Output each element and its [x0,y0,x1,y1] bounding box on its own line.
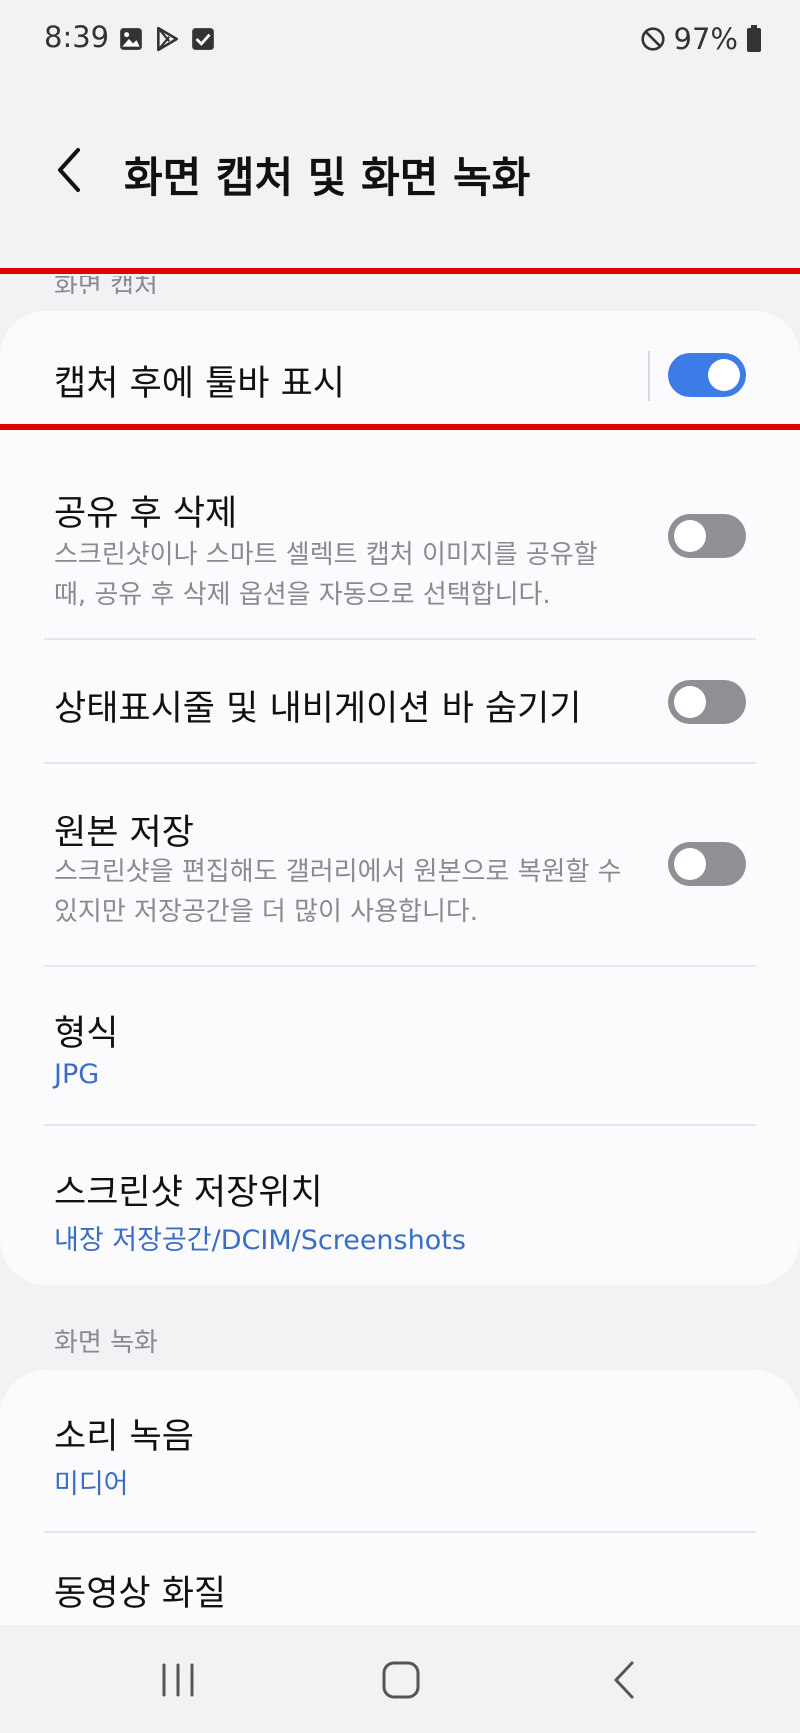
delete-after-share-row[interactable]: 공유 후 삭제 스크린샷이나 스마트 셀렉트 캡처 이미지를 공유할 때, 공유… [0,441,800,641]
save-original-row[interactable]: 원본 저장 스크린샷을 편집해도 갤러리에서 원본으로 복원할 수 있지만 저장… [0,764,800,966]
toolbar-setting-row[interactable]: 캡처 후에 툴바 표시 [0,311,800,441]
home-icon[interactable] [378,1655,424,1705]
highlight-line-bottom [0,424,800,430]
battery-percent: 97% [673,22,738,56]
sound-record-row[interactable]: 소리 녹음 미디어 [0,1370,800,1532]
navigation-bar [0,1625,800,1733]
delete-after-share-toggle[interactable] [668,514,746,558]
section-label-recording: 화면 녹화 [54,1328,158,1358]
sound-record-value: 미디어 [54,1469,129,1500]
format-value: JPG [54,1059,100,1090]
recent-apps-icon[interactable] [158,1655,198,1705]
status-time: 8:39 [44,20,110,54]
format-title: 형식 [54,1014,119,1054]
hide-bars-row[interactable]: 상태표시줄 및 내비게이션 바 숨기기 [0,640,800,764]
toggle-knob [674,686,706,718]
highlight-line-top [0,268,800,274]
sound-record-title: 소리 녹음 [54,1417,194,1457]
delete-after-share-title: 공유 후 삭제 [54,494,238,534]
video-quality-title: 동영상 화질 [54,1574,227,1614]
row-separator [648,351,650,401]
battery-icon [747,25,761,52]
save-location-title: 스크린샷 저장위치 [54,1173,323,1213]
hide-bars-toggle[interactable] [668,680,746,724]
gallery-icon [120,28,142,50]
app-header: 화면 캡처 및 화면 녹화 [0,110,800,230]
format-row[interactable]: 형식 JPG [0,967,800,1125]
save-original-toggle[interactable] [668,842,746,886]
check-box-icon [192,28,214,50]
toolbar-setting-title: 캡처 후에 툴바 표시 [54,364,345,404]
save-location-row[interactable]: 스크린샷 저장위치 내장 저장공간/DCIM/Screenshots [0,1126,800,1285]
hide-bars-title: 상태표시줄 및 내비게이션 바 숨기기 [54,689,582,729]
save-original-title: 원본 저장 [54,813,194,853]
delete-after-share-description: 스크린샷이나 스마트 셀렉트 캡처 이미지를 공유할 때, 공유 후 삭제 옵션… [54,540,598,610]
toolbar-toggle[interactable] [668,353,746,397]
toggle-knob [708,359,740,391]
do-not-disturb-icon [640,27,665,51]
toggle-knob [674,848,706,880]
status-right: 97% [640,22,762,56]
status-bar: 8:39 97% [0,0,800,80]
capture-settings-card: 캡처 후에 툴바 표시 공유 후 삭제 스크린샷이나 스마트 셀렉트 캡처 이미… [0,311,800,1285]
toggle-knob [674,520,706,552]
save-location-value: 내장 저장공간/DCIM/Screenshots [54,1225,466,1256]
back-button[interactable] [48,140,98,200]
page-title: 화면 캡처 및 화면 녹화 [124,153,531,202]
save-original-description: 스크린샷을 편집해도 갤러리에서 원본으로 복원할 수 있지만 저장공간을 더 … [54,857,622,927]
notification-icons [118,26,216,52]
play-store-icon [157,26,179,52]
nav-back-icon[interactable] [604,1655,644,1705]
